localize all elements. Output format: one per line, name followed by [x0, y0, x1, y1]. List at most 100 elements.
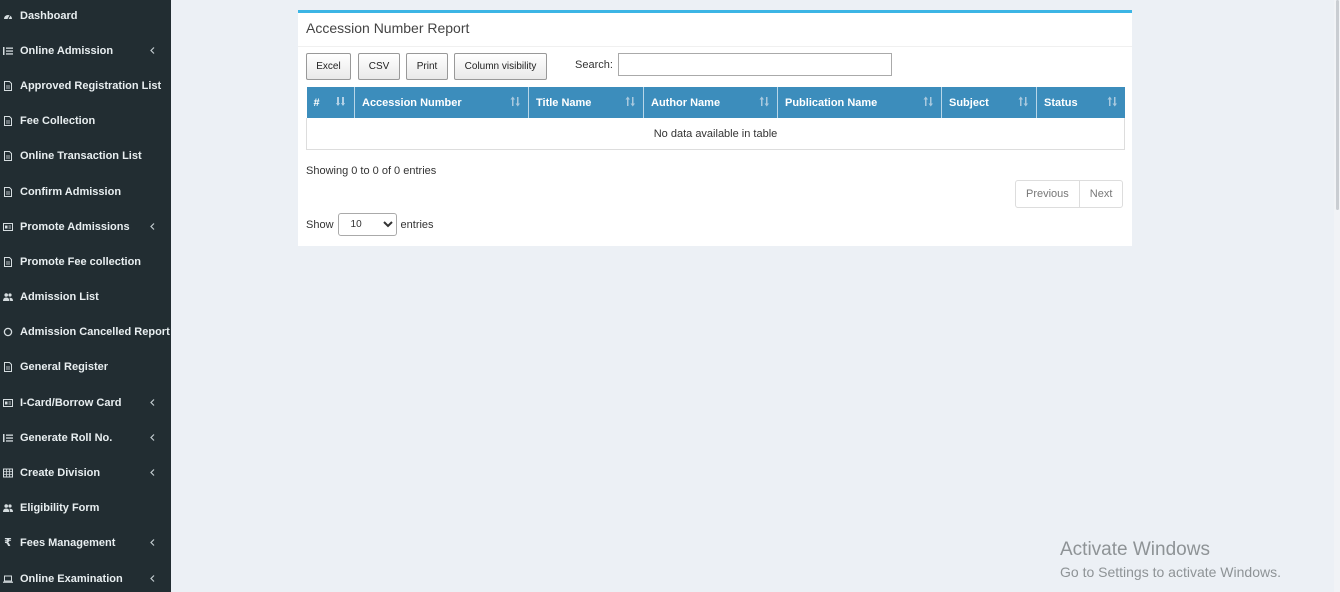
chevron-left-icon — [147, 539, 157, 546]
column-header-title-name[interactable]: Title Name — [528, 87, 644, 118]
file-icon — [2, 80, 14, 92]
column-header-publication-name[interactable]: Publication Name — [777, 87, 942, 118]
sidebar: Dashboard Online Admission Approved Regi… — [0, 0, 171, 592]
column-header-label: # — [313, 96, 320, 109]
sidebar-item-label: Online Examination — [20, 572, 123, 585]
column-header-label: Subject — [949, 96, 989, 109]
chevron-left-icon — [147, 434, 157, 441]
sidebar-item-fees-management[interactable]: ₹ Fees Management — [0, 525, 171, 560]
sidebar-item-label: Promote Fee collection — [20, 255, 142, 268]
chevron-left-icon — [147, 575, 157, 582]
print-button[interactable]: Print — [406, 53, 448, 80]
column-header-author-name[interactable]: Author Name — [643, 87, 778, 118]
sidebar-item-label: I-Card/Borrow Card — [20, 396, 122, 409]
table-icon — [2, 467, 14, 479]
sidebar-item-label: Dashboard — [20, 9, 78, 22]
column-header-accession-number[interactable]: Accession Number — [354, 87, 529, 118]
column-header-label: Publication Name — [785, 96, 878, 109]
entries-label: entries — [400, 218, 434, 231]
next-button[interactable]: Next — [1078, 181, 1123, 207]
activation-watermark-title: Activate Windows — [1060, 539, 1210, 560]
chevron-left-icon — [147, 469, 157, 476]
column-header-label: Author Name — [651, 96, 721, 109]
sidebar-item-online-admission[interactable]: Online Admission — [0, 33, 171, 68]
table-header-row: # Accession Number Title Name Author Nam… — [306, 87, 1125, 118]
sidebar-item-admission-list[interactable]: Admission List — [0, 279, 171, 314]
file-icon — [2, 115, 14, 127]
chevron-left-icon — [147, 399, 157, 406]
sidebar-item-label: Approved Registration List — [20, 79, 162, 92]
page-scrollbar[interactable] — [1334, 0, 1340, 592]
sidebar-item-label: Generate Roll No. — [20, 431, 113, 444]
sidebar-item-label: Fee Collection — [20, 114, 96, 127]
previous-button[interactable]: Previous — [1016, 181, 1079, 207]
list-icon — [2, 45, 14, 57]
column-header-subject[interactable]: Subject — [941, 87, 1037, 118]
sidebar-item-promote-fee-collection[interactable]: Promote Fee collection — [0, 244, 171, 279]
sidebar-item-icard-borrow-card[interactable]: I-Card/Borrow Card — [0, 385, 171, 420]
table-row: No data available in table — [306, 118, 1125, 150]
sidebar-item-label: Admission Cancelled Report — [20, 325, 170, 338]
csv-button[interactable]: CSV — [358, 53, 400, 80]
column-visibility-button[interactable]: Column visibility — [454, 53, 547, 80]
column-header-label: Accession Number — [362, 96, 462, 109]
sidebar-item-label: General Register — [20, 360, 109, 373]
file-icon — [2, 256, 14, 268]
id-card-icon — [2, 221, 14, 233]
sidebar-item-label: Online Transaction List — [20, 149, 142, 162]
laptop-icon — [2, 573, 14, 585]
sidebar-item-label: Confirm Admission — [20, 185, 122, 198]
column-header-index[interactable]: # — [306, 87, 355, 118]
table-info: Showing 0 to 0 of 0 entries — [306, 165, 437, 177]
activation-watermark-subtitle: Go to Settings to activate Windows. — [1060, 564, 1281, 580]
scrollbar-thumb[interactable] — [1336, 0, 1339, 210]
chevron-left-icon — [147, 47, 157, 54]
sort-icon — [510, 96, 521, 107]
page-title: Accession Number Report — [306, 20, 470, 36]
report-box: Accession Number Report Excel CSV Print … — [298, 10, 1132, 246]
sidebar-item-dashboard[interactable]: Dashboard — [0, 0, 171, 33]
sidebar-item-create-division[interactable]: Create Division — [0, 455, 171, 490]
sidebar-item-online-transaction-list[interactable]: Online Transaction List — [0, 138, 171, 173]
sidebar-item-label: Fees Management — [20, 536, 116, 549]
excel-button[interactable]: Excel — [306, 53, 351, 80]
file-icon — [2, 186, 14, 198]
sidebar-item-label: Promote Admissions — [20, 220, 130, 233]
sort-icon — [1107, 96, 1118, 107]
search-input[interactable] — [618, 53, 892, 76]
file-icon — [2, 361, 14, 373]
sidebar-item-promote-admissions[interactable]: Promote Admissions — [0, 209, 171, 244]
column-header-label: Title Name — [536, 96, 592, 109]
sidebar-item-label: Create Division — [20, 466, 101, 479]
sidebar-item-label: Eligibility Form — [20, 501, 100, 514]
users-icon — [2, 291, 14, 303]
sidebar-item-admission-cancelled-report[interactable]: Admission Cancelled Report — [0, 314, 171, 349]
sidebar-item-fee-collection[interactable]: Fee Collection — [0, 103, 171, 138]
list-icon — [2, 432, 14, 444]
sidebar-item-online-examination[interactable]: Online Examination — [0, 561, 171, 592]
column-header-label: Status — [1044, 96, 1078, 109]
rupee-icon: ₹ — [4, 537, 12, 549]
sidebar-item-label: Online Admission — [20, 44, 114, 57]
report-table: # Accession Number Title Name Author Nam… — [306, 87, 1125, 150]
sort-icon — [1018, 96, 1029, 107]
sidebar-item-generate-roll-no[interactable]: Generate Roll No. — [0, 420, 171, 455]
column-header-status[interactable]: Status — [1036, 87, 1125, 118]
pagination: Previous Next — [1015, 180, 1124, 208]
show-label: Show — [306, 218, 334, 231]
sort-icon — [759, 96, 770, 107]
empty-table-message: No data available in table — [306, 118, 1125, 150]
page-length-select[interactable]: 10 — [337, 213, 397, 236]
page-length-control: Show 10 entries — [306, 213, 434, 236]
chevron-left-icon — [147, 223, 157, 230]
sort-icon — [923, 96, 934, 107]
sidebar-item-approved-registration-list[interactable]: Approved Registration List — [0, 68, 171, 103]
users-icon — [2, 502, 14, 514]
id-card-icon — [2, 397, 14, 409]
sidebar-item-confirm-admission[interactable]: Confirm Admission — [0, 174, 171, 209]
search-label: Search: — [575, 59, 613, 71]
sidebar-item-eligibility-form[interactable]: Eligibility Form — [0, 490, 171, 525]
sort-asc-icon — [336, 96, 347, 107]
sidebar-item-general-register[interactable]: General Register — [0, 349, 171, 384]
circle-icon — [2, 326, 14, 338]
